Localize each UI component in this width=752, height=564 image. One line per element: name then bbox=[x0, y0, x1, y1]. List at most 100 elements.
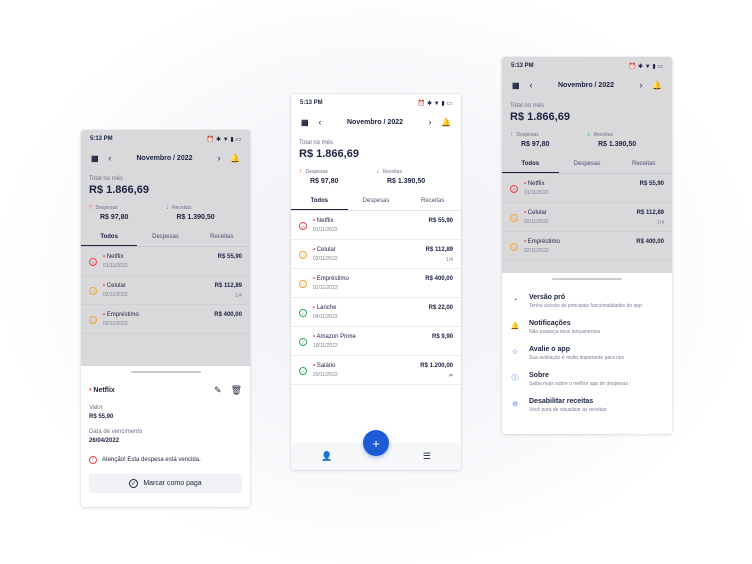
detail-sheet: • Netflix ✎ 🗑 Valor R$ 55,90 Data de ven… bbox=[81, 371, 250, 493]
tab-todos[interactable]: Todos bbox=[502, 156, 559, 173]
tab-receitas[interactable]: Receitas bbox=[404, 193, 461, 210]
prev-month-icon[interactable]: ‹ bbox=[101, 153, 119, 163]
phone-detail-screen: 5:13 PM ⏰ ✱ ▼ ▮ ▭ ▦ ‹ Novembro / 2022 › … bbox=[81, 130, 250, 507]
item-amount: R$ 55,90 bbox=[217, 254, 242, 260]
warning-text: Atenção! Esta despesa está vencida. bbox=[102, 457, 201, 463]
list-item[interactable]: ◷ • Celular 02/11/2022 R$ 112,89 1/4 bbox=[502, 203, 672, 232]
next-month-icon[interactable]: › bbox=[632, 80, 650, 90]
tab-despesas[interactable]: Despesas bbox=[137, 229, 193, 246]
tab-despesas[interactable]: Despesas bbox=[348, 193, 405, 210]
next-month-icon[interactable]: › bbox=[421, 117, 439, 127]
item-date: 01/11/2022 bbox=[103, 263, 128, 269]
list-item[interactable]: ✓ • Lanche 04/11/2022 R$ 22,00 bbox=[291, 298, 461, 327]
month-selector: ▦ ‹ Novembro / 2022 › 🔔 bbox=[291, 112, 461, 132]
arrow-up-icon: ↑ bbox=[299, 168, 303, 175]
installment-label: 1/4 bbox=[446, 257, 453, 263]
plus-icon: + bbox=[372, 435, 380, 451]
status-icons: ⏰ ✱ ▼ ▮ ▭ bbox=[206, 136, 241, 143]
income-label: Receitas bbox=[593, 131, 613, 138]
total-value: R$ 1.866,69 bbox=[299, 148, 359, 160]
menu-item-rate[interactable]: ☆ Avalie o app Sua avaliação é muito impo… bbox=[502, 346, 672, 361]
status-icon: ✓ bbox=[299, 338, 307, 346]
prev-month-icon[interactable]: ‹ bbox=[311, 117, 329, 127]
list-item[interactable]: ✓ • Salário 20/11/2022 R$ 1.200,00 ⇄ bbox=[291, 356, 461, 385]
total-label: Total no mês bbox=[89, 176, 124, 182]
item-name: Celular bbox=[527, 210, 547, 216]
bell-icon[interactable]: 🔔 bbox=[439, 118, 451, 127]
detail-title: Netflix bbox=[93, 387, 115, 394]
tab-receitas[interactable]: Receitas bbox=[194, 229, 250, 246]
mark-paid-button[interactable]: ✓ Marcar como paga bbox=[89, 474, 242, 493]
tab-despesas[interactable]: Despesas bbox=[559, 156, 616, 173]
arrow-down-icon: ↓ bbox=[376, 168, 380, 175]
month-label: Novembro / 2022 bbox=[136, 154, 193, 162]
expenses-value: R$ 97,80 bbox=[521, 141, 550, 148]
menu-item-pro[interactable]: ◔ Versão pró Tenha acesso as principais f… bbox=[502, 294, 672, 309]
item-name: Celular bbox=[106, 283, 126, 289]
prev-month-icon[interactable]: ‹ bbox=[522, 80, 540, 90]
menu-sheet: ◔ Versão pró Tenha acesso as principais f… bbox=[502, 278, 672, 413]
next-month-icon[interactable]: › bbox=[210, 153, 228, 163]
income-value: R$ 1.390,50 bbox=[176, 214, 215, 221]
status-icons: ⏰ ✱ ▼ ▮ ▭ bbox=[628, 63, 663, 70]
menu-item-sub: Saiba mais sobre o melhor app de despesa… bbox=[529, 381, 628, 387]
list-item[interactable]: ◷ • Empréstimo 02/11/2022 R$ 400,00 bbox=[502, 232, 672, 261]
list-item[interactable]: ◷ • Empréstimo 02/11/2022 R$ 400,00 bbox=[81, 305, 250, 334]
installment-label: 1/4 bbox=[235, 293, 242, 299]
item-date: 02/11/2022 bbox=[103, 321, 128, 327]
bell-icon[interactable]: 🔔 bbox=[228, 154, 240, 163]
menu-item-sub: Você para de visualizar as receitas bbox=[529, 407, 607, 413]
menu-item-sub: Não esqueça seus lançamentos bbox=[529, 329, 601, 335]
menu-item-title: Desabilitar receitas bbox=[529, 398, 594, 405]
info-icon: ⓘ bbox=[511, 375, 519, 382]
item-date: 02/11/2022 bbox=[524, 219, 549, 225]
list-item[interactable]: ◷ • Netflix 01/11/2022 R$ 55,90 bbox=[291, 211, 461, 240]
calendar-icon[interactable]: ▦ bbox=[512, 81, 522, 90]
toggle-icon: ⊝ bbox=[512, 401, 518, 408]
item-amount: R$ 22,00 bbox=[428, 305, 453, 311]
status-bar: 5:13 PM ⏰ ✱ ▼ ▮ ▭ bbox=[291, 94, 461, 112]
item-name: Empréstimo bbox=[527, 239, 560, 245]
list-item[interactable]: ◷ • Celular 02/11/2022 R$ 112,89 1/4 bbox=[81, 276, 250, 305]
expenses-value: R$ 97,80 bbox=[100, 214, 129, 221]
bell-icon[interactable]: 🔔 bbox=[650, 81, 662, 90]
item-date: 02/11/2022 bbox=[313, 285, 338, 291]
calendar-icon[interactable]: ▦ bbox=[301, 118, 311, 127]
menu-item-about[interactable]: ⓘ Sobre Saiba mais sobre o melhor app de … bbox=[502, 372, 672, 387]
list-item[interactable]: ◷ • Celular 02/11/2022 R$ 112,89 1/4 bbox=[291, 240, 461, 269]
status-icon: ◷ bbox=[299, 251, 307, 259]
arrow-down-icon: ↓ bbox=[587, 131, 591, 138]
item-name: Netflix bbox=[106, 254, 124, 260]
income-label: Receitas bbox=[172, 204, 192, 211]
calendar-icon[interactable]: ▦ bbox=[91, 154, 101, 163]
menu-item-disable-income[interactable]: ⊝ Desabilitar receitas Você para de visua… bbox=[502, 398, 672, 413]
expenses-label: Despesas bbox=[516, 131, 539, 138]
tab-todos[interactable]: Todos bbox=[291, 193, 348, 210]
menu-item-title: Sobre bbox=[529, 372, 549, 379]
menu-item-notifications[interactable]: 🔔 Notificações Não esqueça seus lançament… bbox=[502, 320, 672, 335]
summary: ↑ Despesas R$ 97,80 ↓ Receitas R$ 1.390,50 bbox=[502, 131, 672, 148]
item-date: 01/11/2022 bbox=[313, 227, 338, 233]
item-date: 02/11/2022 bbox=[103, 292, 128, 298]
add-button[interactable]: + bbox=[363, 430, 389, 456]
list-item[interactable]: ◷ • Netflix 01/11/2022 R$ 55,90 bbox=[81, 247, 250, 276]
income-value: R$ 1.390,50 bbox=[598, 141, 637, 148]
tab-receitas[interactable]: Receitas bbox=[615, 156, 672, 173]
profile-icon[interactable]: 👤 bbox=[321, 451, 332, 462]
item-amount: R$ 400,00 bbox=[425, 276, 453, 282]
item-date: 20/11/2022 bbox=[313, 372, 338, 378]
menu-icon[interactable]: ☰ bbox=[423, 451, 431, 462]
trash-icon[interactable]: 🗑 bbox=[231, 385, 242, 396]
total-value: R$ 1.866,69 bbox=[510, 111, 570, 123]
edit-icon[interactable]: ✎ bbox=[214, 385, 222, 396]
tab-todos[interactable]: Todos bbox=[81, 229, 138, 246]
list-item[interactable]: ◷ • Netflix 01/11/2022 R$ 55,90 bbox=[502, 174, 672, 203]
list-item[interactable]: ✓ • Amazon Prime 18/11/2022 R$ 9,90 bbox=[291, 327, 461, 356]
item-name: Netflix bbox=[527, 181, 545, 187]
list-item[interactable]: ◷ • Empréstimo 02/11/2022 R$ 400,00 bbox=[291, 269, 461, 298]
sheet-handle[interactable] bbox=[552, 278, 622, 280]
sheet-handle[interactable] bbox=[130, 371, 201, 373]
due-label: Data de vencimento bbox=[89, 429, 143, 435]
item-name: Empréstimo bbox=[316, 276, 349, 282]
item-name: Empréstimo bbox=[106, 312, 139, 318]
